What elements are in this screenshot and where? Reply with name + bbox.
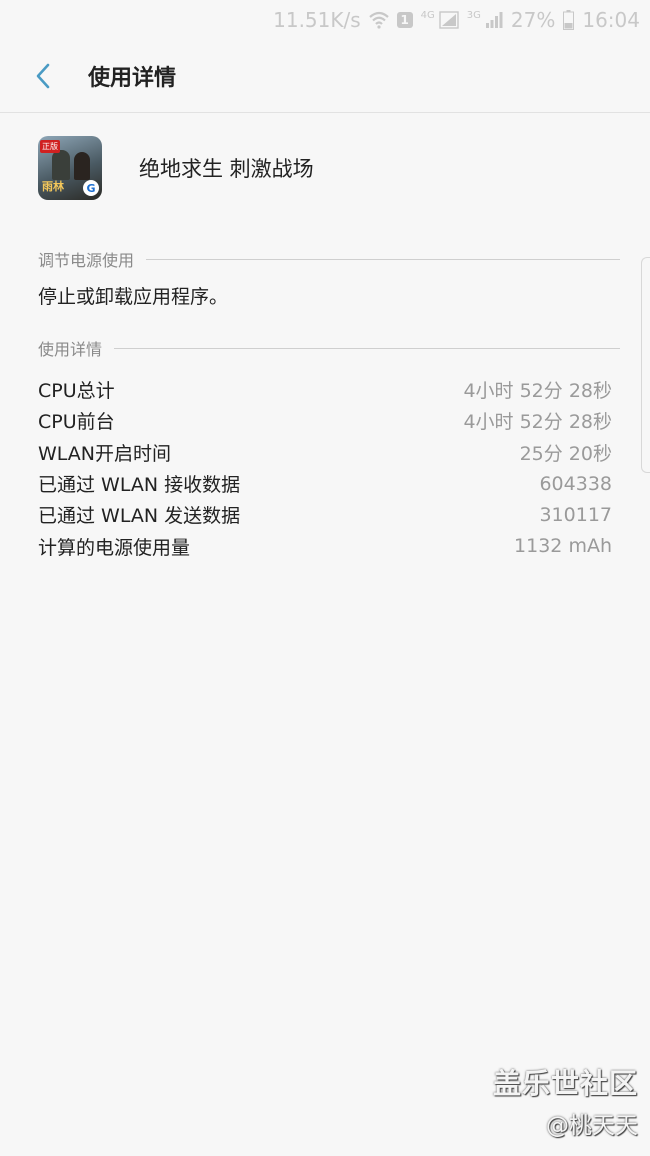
scroll-indicator[interactable] [641,257,650,473]
detail-label: 已通过 WLAN 接收数据 [38,474,241,497]
details-section-title: 使用详情 [38,340,103,359]
detail-label: CPU前台 [38,411,115,434]
page-title: 使用详情 [88,66,177,91]
detail-label: CPU总计 [38,380,115,403]
clock: 16:04 [582,8,640,32]
detail-label: WLAN开启时间 [38,442,172,465]
detail-value: 604338 [539,472,612,495]
network-type-1: 4G [420,10,435,21]
watermark-main: 盖乐世社区 [492,1067,638,1100]
power-section-header: 调节电源使用 [38,247,620,271]
detail-row-wlan-sent: 已通过 WLAN 发送数据 310117 [38,499,612,530]
detail-label: 计算的电源使用量 [38,536,191,559]
app-bar: 使用详情 [0,40,650,113]
icon-tag: 正版 [40,140,60,153]
detail-row-wlan-time: WLAN开启时间 25分 20秒 [38,437,612,468]
wifi-icon [368,11,389,29]
icon-brand: 雨林 [42,180,64,193]
app-name: 绝地求生 刺激战场 [139,157,314,181]
app-icon: 正版 雨林 G [38,136,102,200]
power-section-action[interactable]: 停止或卸载应用程序。 [38,282,228,309]
back-button[interactable] [18,51,68,101]
detail-value: 25分 20秒 [519,442,612,465]
network-type-2: 3G [466,10,481,21]
battery-icon [563,10,575,30]
sim-icon: 1 [396,12,413,28]
usage-details-list: CPU总计 4小时 52分 28秒 CPU前台 4小时 52分 28秒 WLAN… [38,374,612,562]
detail-label: 已通过 WLAN 发送数据 [38,505,241,528]
detail-value: 310117 [539,503,612,526]
app-info-row: 正版 雨林 G 绝地求生 刺激战场 [38,133,620,203]
signal-icon-2 [485,11,503,29]
battery-level: 27% [510,8,556,32]
detail-row-wlan-received: 已通过 WLAN 接收数据 604338 [38,468,612,499]
detail-value: 4小时 52分 28秒 [463,411,612,434]
soldier-figure-icon [52,150,70,180]
divider [114,347,620,349]
publisher-logo-icon: G [83,180,99,196]
net-speed: 11.51K/s [273,8,361,32]
details-section-header: 使用详情 [38,336,620,360]
divider [146,258,620,260]
detail-row-power-usage: 计算的电源使用量 1132 mAh [38,530,612,561]
chevron-left-icon [36,63,50,89]
detail-value: 1132 mAh [514,535,612,558]
signal-icon-1 [439,11,459,29]
watermark-sub: @桃天天 [546,1113,638,1139]
detail-row-cpu-total: CPU总计 4小时 52分 28秒 [38,374,612,405]
status-bar: 11.51K/s 1 4G 3G 27% 16:04 [0,0,650,40]
detail-value: 4小时 52分 28秒 [463,380,612,403]
power-section-title: 调节电源使用 [38,251,135,270]
character-figure-icon [74,152,90,180]
detail-row-cpu-foreground: CPU前台 4小时 52分 28秒 [38,405,612,436]
watermark: 盖乐世社区 @桃天天 [493,1062,638,1140]
